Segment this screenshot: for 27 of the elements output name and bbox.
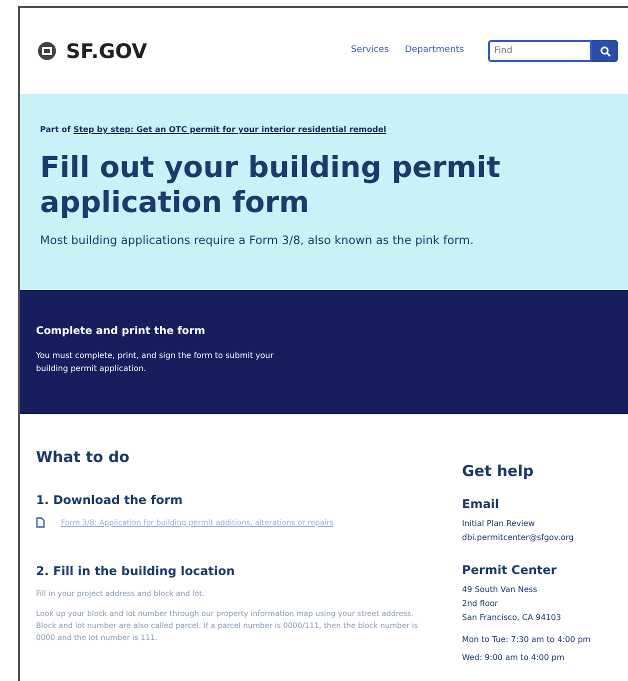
search-icon — [600, 46, 610, 56]
breadcrumb-text: Part of Step by step: Get an OTC permit for your interior residential remodel — [40, 124, 388, 136]
banner-title: Complete and print the form — [36, 324, 206, 339]
page-title: Fill out your building permit application form — [40, 150, 502, 220]
breadcrumb-link[interactable]: Step by step: Get an OTC permit for your interior residential remodel — [73, 125, 386, 134]
help-heading: Get help — [462, 461, 535, 482]
page-subtitle: Most building applications require a Form 3/8, also known as the pink form. — [40, 232, 475, 249]
step-heading: 2. Fill in the building location — [36, 562, 236, 580]
search-button[interactable] — [592, 40, 618, 62]
document-icon — [36, 516, 45, 528]
seal-icon — [36, 40, 58, 62]
help-section-title: Email — [462, 496, 500, 512]
hours-line: Wed: 9:00 am to 4:00 pm — [462, 652, 566, 664]
hours-line: Mon to Tue: 7:30 am to 4:00 pm — [462, 634, 592, 646]
contact-line: Initial Plan Review — [462, 518, 536, 530]
contact-line: San Francisco, CA 94103 — [462, 612, 562, 624]
search-field[interactable]: Find — [488, 40, 592, 62]
help-section-title: Permit Center — [462, 562, 558, 578]
section-heading: What to do — [36, 447, 130, 468]
step-heading: 1. Download the form — [36, 492, 184, 508]
contact-line: 2nd floor — [462, 598, 499, 610]
contact-line: dbi.permitcenter@sfgov.org — [462, 532, 575, 544]
site-logo-text[interactable]: SF.GOV — [66, 36, 148, 66]
nav-link[interactable]: Services — [350, 44, 389, 58]
banner-text: You must complete, print, and sign the form to submit your building permit application. — [36, 350, 274, 375]
contact-line: 49 South Van Ness — [462, 584, 538, 596]
nav-link[interactable]: Departments — [404, 44, 464, 58]
